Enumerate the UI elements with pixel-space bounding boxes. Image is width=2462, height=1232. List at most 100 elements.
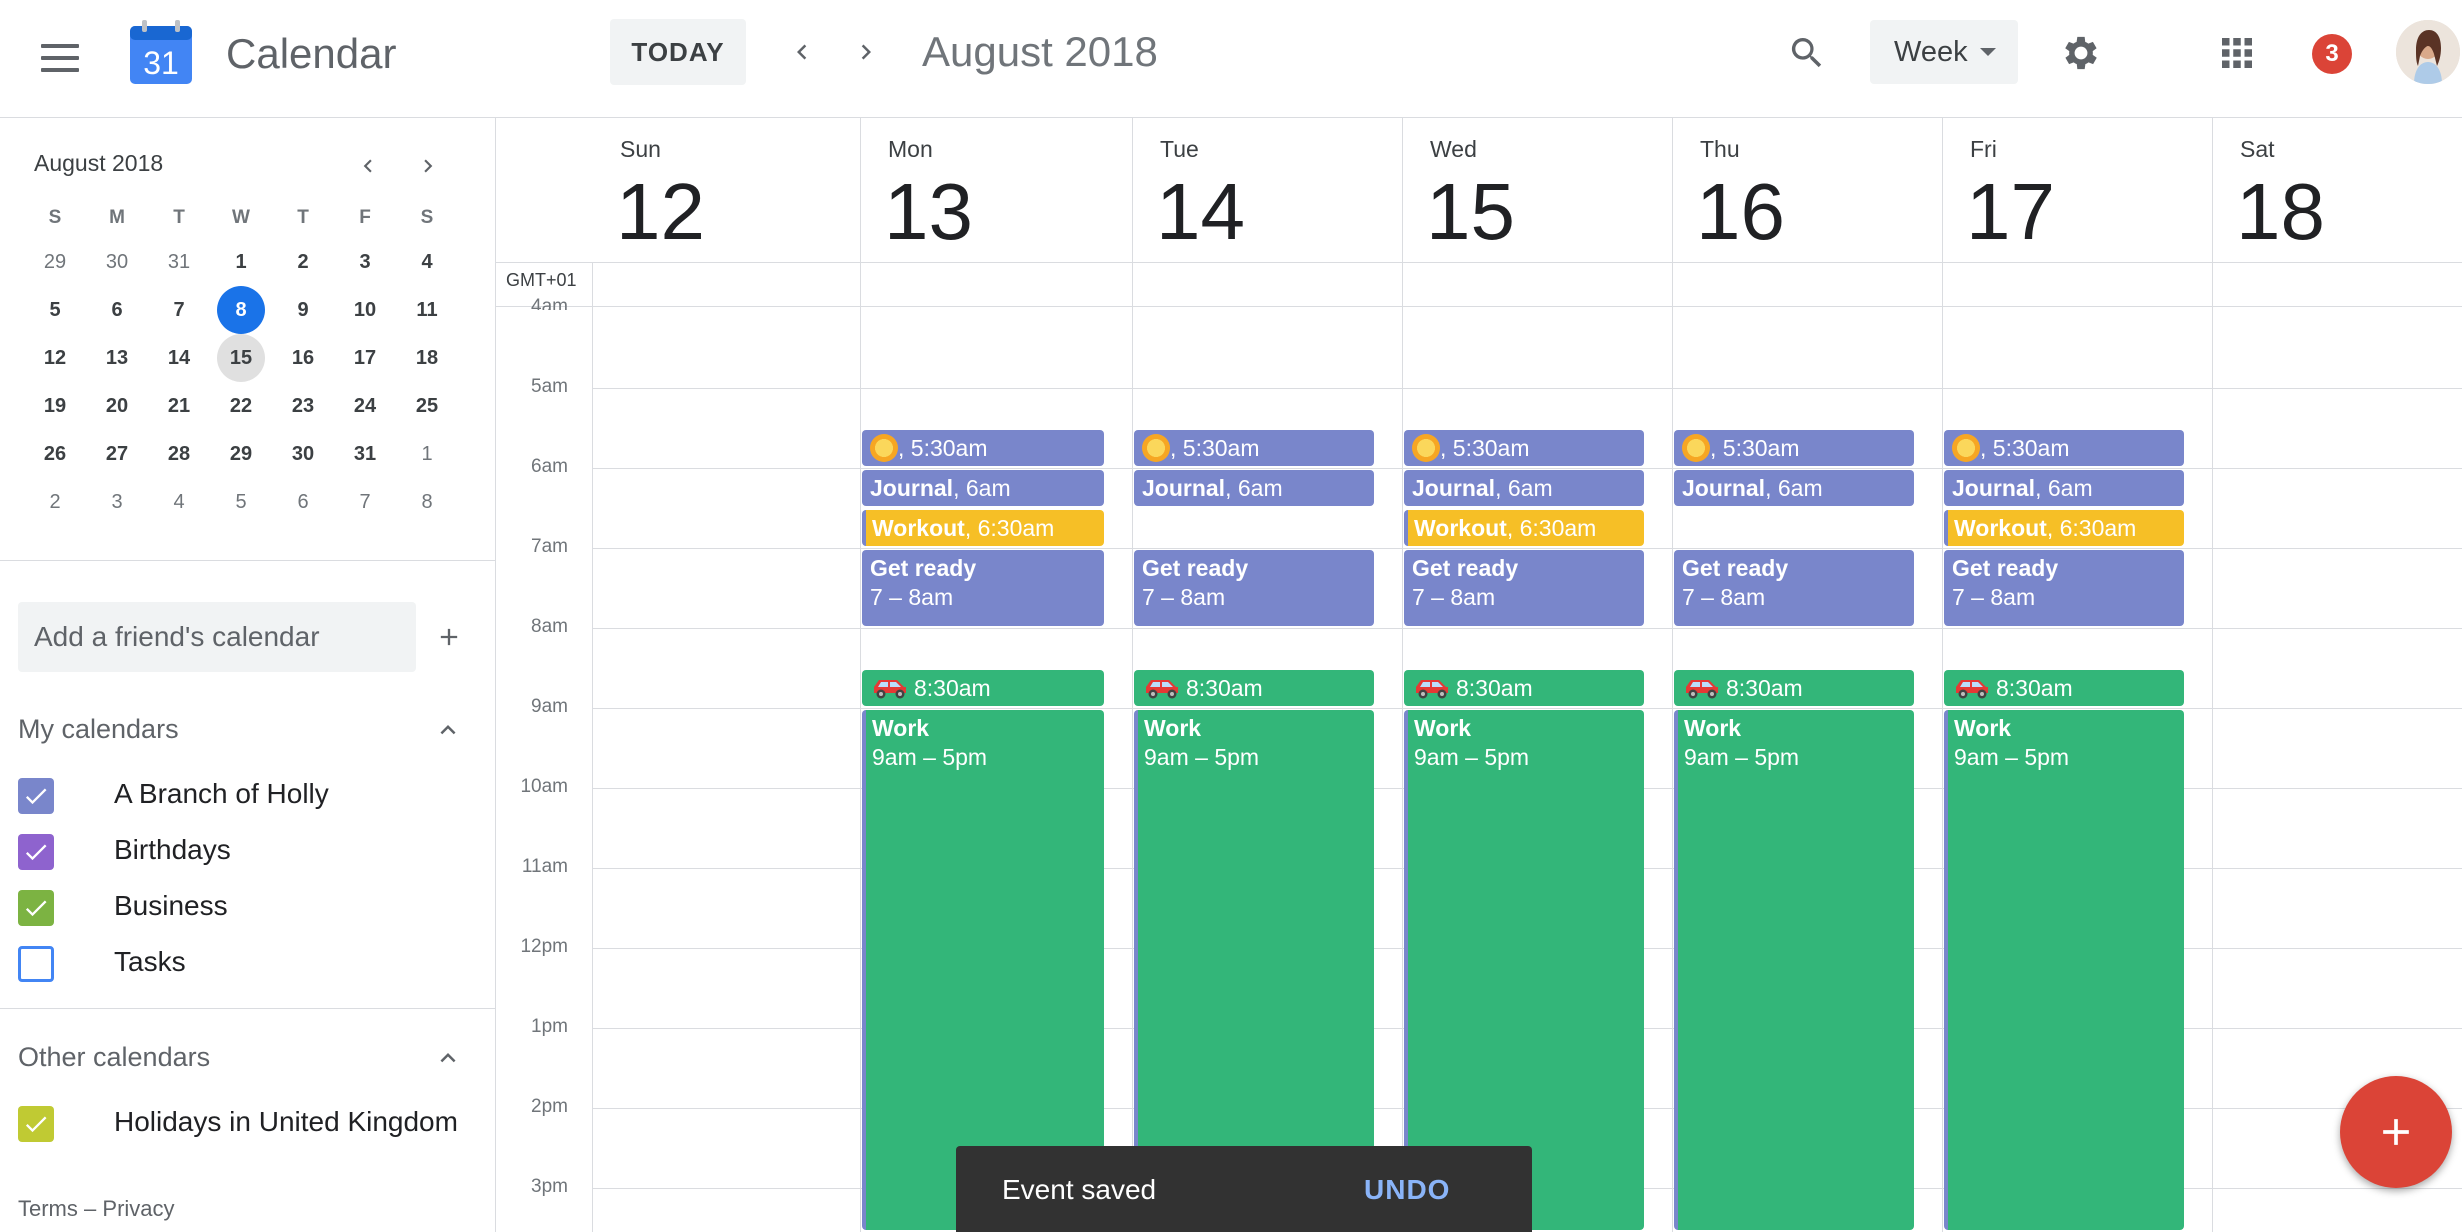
journal-event[interactable]: Journal, 6am xyxy=(1674,470,1914,506)
get-ready-event[interactable]: Get ready 7 – 8am xyxy=(1674,550,1914,626)
sunrise-event[interactable]: , 5:30am xyxy=(1674,430,1914,466)
mini-calendar-day[interactable]: 15 xyxy=(210,334,272,382)
mini-calendar-day[interactable]: 8 xyxy=(396,478,458,526)
mini-calendar-day[interactable]: 24 xyxy=(334,382,396,430)
mini-calendar-day[interactable]: 5 xyxy=(210,478,272,526)
day-header[interactable]: Wed 15 xyxy=(1402,118,1672,262)
journal-event[interactable]: Journal, 6am xyxy=(1134,470,1374,506)
my-calendars-heading[interactable]: My calendars xyxy=(18,714,179,745)
commute-event[interactable]: 8:30am xyxy=(1134,670,1374,706)
mini-calendar-day[interactable]: 26 xyxy=(24,430,86,478)
sunrise-event[interactable]: , 5:30am xyxy=(1134,430,1374,466)
calendar-checkbox[interactable] xyxy=(18,1106,54,1142)
mini-calendar-day[interactable]: 4 xyxy=(396,238,458,286)
collapse-my-calendars-button[interactable] xyxy=(428,710,468,750)
view-selector[interactable]: Week xyxy=(1870,20,2018,84)
mini-calendar-day[interactable]: 2 xyxy=(272,238,334,286)
add-friend-calendar-input[interactable]: Add a friend's calendar xyxy=(18,602,416,672)
mini-calendar-day[interactable]: 16 xyxy=(272,334,334,382)
mini-calendar-day[interactable]: 13 xyxy=(86,334,148,382)
settings-button[interactable] xyxy=(2048,20,2114,86)
mini-calendar-day[interactable]: 31 xyxy=(148,238,210,286)
undo-button[interactable]: UNDO xyxy=(1364,1174,1450,1206)
journal-event[interactable]: Journal, 6am xyxy=(862,470,1104,506)
mini-calendar-next-button[interactable] xyxy=(410,148,446,184)
mini-calendar-day[interactable]: 11 xyxy=(396,286,458,334)
mini-calendar-day[interactable]: 3 xyxy=(86,478,148,526)
workout-event[interactable]: Workout, 6:30am xyxy=(1944,510,2184,546)
calendar-list-item[interactable]: A Branch of Holly xyxy=(18,776,478,816)
other-calendars-heading[interactable]: Other calendars xyxy=(18,1042,210,1073)
add-calendar-button[interactable] xyxy=(424,602,474,672)
day-header[interactable]: Tue 14 xyxy=(1132,118,1402,262)
workout-event[interactable]: Workout, 6:30am xyxy=(1404,510,1644,546)
mini-calendar-day[interactable]: 14 xyxy=(148,334,210,382)
terms-link[interactable]: Terms xyxy=(18,1196,78,1221)
calendar-list-item[interactable]: Business xyxy=(18,888,478,928)
commute-event[interactable]: 8:30am xyxy=(1944,670,2184,706)
mini-calendar-day[interactable]: 20 xyxy=(86,382,148,430)
day-header-number[interactable]: 12 xyxy=(616,168,705,256)
get-ready-event[interactable]: Get ready 7 – 8am xyxy=(1944,550,2184,626)
calendar-list-item[interactable]: Tasks xyxy=(18,944,478,984)
mini-calendar-day[interactable]: 18 xyxy=(396,334,458,382)
mini-calendar-day[interactable]: 28 xyxy=(148,430,210,478)
privacy-link[interactable]: Privacy xyxy=(102,1196,174,1221)
get-ready-event[interactable]: Get ready 7 – 8am xyxy=(1134,550,1374,626)
mini-calendar-day[interactable]: 25 xyxy=(396,382,458,430)
day-header-number[interactable]: 16 xyxy=(1696,168,1785,256)
mini-calendar-day[interactable]: 30 xyxy=(272,430,334,478)
mini-calendar-day[interactable]: 1 xyxy=(210,238,272,286)
day-header[interactable]: Sat 18 xyxy=(2212,118,2462,262)
mini-calendar-day[interactable]: 9 xyxy=(272,286,334,334)
calendar-checkbox[interactable] xyxy=(18,834,54,870)
work-event[interactable]: Work 9am – 5pm xyxy=(1674,710,1914,1230)
mini-calendar-day[interactable]: 27 xyxy=(86,430,148,478)
mini-calendar-day[interactable]: 5 xyxy=(24,286,86,334)
mini-calendar-day[interactable]: 7 xyxy=(148,286,210,334)
day-header-number[interactable]: 13 xyxy=(884,168,973,256)
mini-calendar-prev-button[interactable] xyxy=(350,148,386,184)
create-event-button[interactable] xyxy=(2340,1076,2452,1188)
day-header-number[interactable]: 14 xyxy=(1156,168,1245,256)
mini-calendar-day[interactable]: 29 xyxy=(24,238,86,286)
workout-event[interactable]: Workout, 6:30am xyxy=(862,510,1104,546)
journal-event[interactable]: Journal, 6am xyxy=(1404,470,1644,506)
commute-event[interactable]: 8:30am xyxy=(1404,670,1644,706)
journal-event[interactable]: Journal, 6am xyxy=(1944,470,2184,506)
calendar-checkbox[interactable] xyxy=(18,946,54,982)
day-header[interactable]: Thu 16 xyxy=(1672,118,1942,262)
commute-event[interactable]: 8:30am xyxy=(862,670,1104,706)
mini-calendar-day[interactable]: 2 xyxy=(24,478,86,526)
mini-calendar-day[interactable]: 6 xyxy=(86,286,148,334)
calendar-logo-icon[interactable]: 31 xyxy=(128,20,194,86)
day-header-number[interactable]: 18 xyxy=(2236,168,2325,256)
sunrise-event[interactable]: , 5:30am xyxy=(862,430,1104,466)
calendar-list-item[interactable]: Holidays in United Kingdom xyxy=(18,1104,478,1144)
mini-calendar-day[interactable]: 7 xyxy=(334,478,396,526)
next-week-button[interactable] xyxy=(836,22,896,82)
calendar-checkbox[interactable] xyxy=(18,778,54,814)
work-event[interactable]: Work 9am – 5pm xyxy=(1944,710,2184,1230)
today-button[interactable]: TODAY xyxy=(610,19,746,85)
collapse-other-calendars-button[interactable] xyxy=(428,1038,468,1078)
search-button[interactable] xyxy=(1774,20,1840,86)
mini-calendar-day[interactable]: 3 xyxy=(334,238,396,286)
mini-calendar-day[interactable]: 19 xyxy=(24,382,86,430)
mini-calendar-day[interactable]: 17 xyxy=(334,334,396,382)
day-header[interactable]: Fri 17 xyxy=(1942,118,2212,262)
sunrise-event[interactable]: , 5:30am xyxy=(1404,430,1644,466)
mini-calendar-day[interactable]: 29 xyxy=(210,430,272,478)
mini-calendar-day[interactable]: 8 xyxy=(210,286,272,334)
day-header-number[interactable]: 15 xyxy=(1426,168,1515,256)
previous-week-button[interactable] xyxy=(772,22,832,82)
mini-calendar-day[interactable]: 21 xyxy=(148,382,210,430)
mini-calendar-day[interactable]: 10 xyxy=(334,286,396,334)
get-ready-event[interactable]: Get ready 7 – 8am xyxy=(1404,550,1644,626)
main-menu-button[interactable] xyxy=(24,22,96,94)
commute-event[interactable]: 8:30am xyxy=(1674,670,1914,706)
day-header[interactable]: Mon 13 xyxy=(860,118,1132,262)
notification-badge[interactable]: 3 xyxy=(2312,34,2352,74)
get-ready-event[interactable]: Get ready 7 – 8am xyxy=(862,550,1104,626)
mini-calendar-day[interactable]: 22 xyxy=(210,382,272,430)
